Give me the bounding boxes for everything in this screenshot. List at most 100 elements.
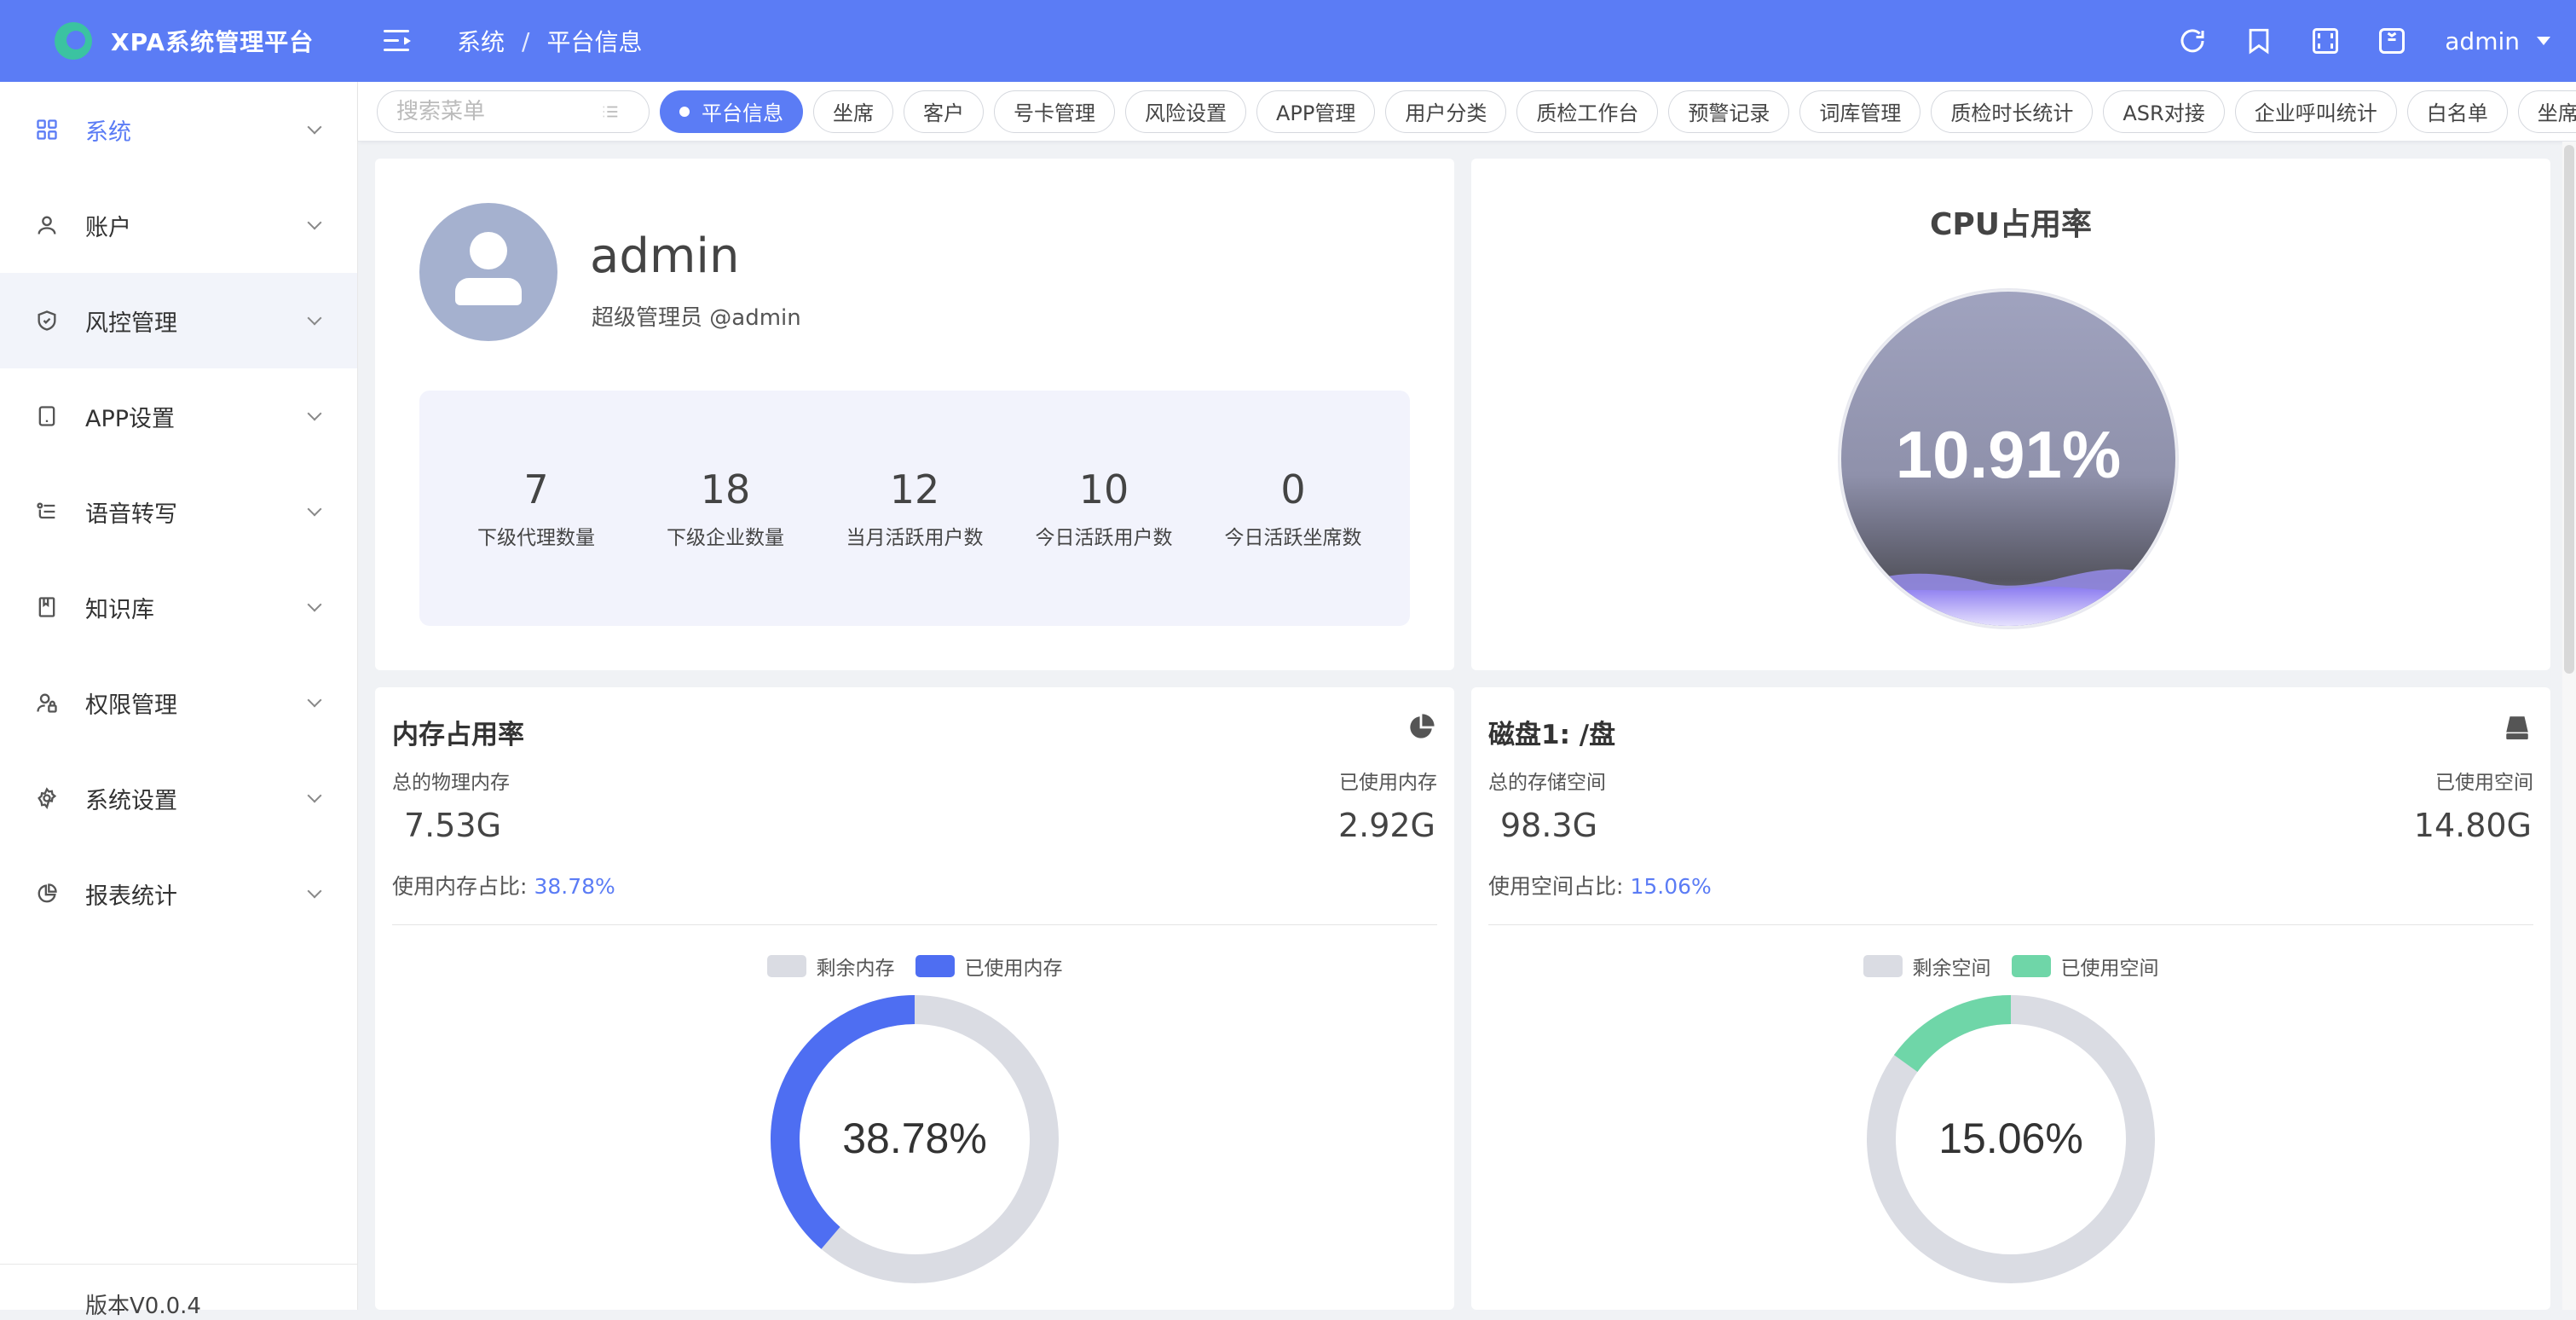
chevron-down-icon xyxy=(307,215,322,230)
tab-agent-calls[interactable]: 坐席呼叫统计 xyxy=(2517,90,2576,133)
hard-drive-icon xyxy=(2506,716,2528,740)
disk-total-value: 98.3G xyxy=(1500,807,1598,844)
cpu-liquid-gauge: 10.91% xyxy=(1838,288,2179,629)
menu-search xyxy=(377,90,650,133)
tab-app-management[interactable]: APP管理 xyxy=(1256,90,1376,133)
chevron-down-icon xyxy=(307,501,322,517)
tablet-icon xyxy=(34,403,60,429)
user-menu[interactable]: admin xyxy=(2445,27,2550,55)
tab-lexicon[interactable]: 词库管理 xyxy=(1799,90,1921,133)
stat-value: 7 xyxy=(523,466,549,512)
tab-customer[interactable]: 客户 xyxy=(904,90,984,133)
tab-platform-info[interactable]: 平台信息 xyxy=(660,90,803,133)
shirt-icon[interactable] xyxy=(2375,24,2409,58)
menu-toggle-icon[interactable] xyxy=(384,28,414,54)
legend-label: 已使用空间 xyxy=(2060,958,2159,980)
tab-label: 企业呼叫统计 xyxy=(2254,101,2377,125)
grid-icon xyxy=(34,117,60,142)
sidebar-item-system-settings[interactable]: 系统设置 xyxy=(0,750,357,846)
chevron-down-icon xyxy=(307,788,322,803)
legend-item-used[interactable]: 已使用内存 xyxy=(915,952,1063,981)
memory-donut-chart: 38.78% xyxy=(771,995,1059,1283)
sidebar-item-speech-transcription[interactable]: 语音转写 xyxy=(0,464,357,559)
tab-enterprise-calls[interactable]: 企业呼叫统计 xyxy=(2234,90,2397,133)
sidebar-item-label: APP设置 xyxy=(85,405,176,432)
memory-used-value: 2.92G xyxy=(1337,807,1435,844)
memory-total-value: 7.53G xyxy=(404,807,502,844)
tab-sim-card[interactable]: 号卡管理 xyxy=(994,90,1115,133)
logo-icon xyxy=(55,22,92,60)
tab-agent[interactable]: 坐席 xyxy=(813,90,893,133)
cpu-value: 10.91% xyxy=(1896,417,2122,492)
divider xyxy=(392,924,1437,925)
stat-agents: 7 下级代理数量 xyxy=(442,391,631,626)
sidebar-item-app-settings[interactable]: APP设置 xyxy=(0,368,357,464)
memory-ratio: 使用内存占比: 38.78% xyxy=(392,870,615,900)
sidebar-item-label: 报表统计 xyxy=(85,883,177,910)
tab-alert-records[interactable]: 预警记录 xyxy=(1668,90,1790,133)
disk-ratio-label: 使用空间占比: xyxy=(1488,874,1624,899)
tab-qc-workbench[interactable]: 质检工作台 xyxy=(1516,90,1659,133)
sidebar-item-label: 账户 xyxy=(85,214,131,241)
legend-item-used[interactable]: 已使用空间 xyxy=(2011,952,2159,981)
tab-label: 用户分类 xyxy=(1405,101,1487,125)
tab-risk-settings[interactable]: 风险设置 xyxy=(1125,90,1246,133)
top-header: XPA系统管理平台 系统 / 平台信息 admin xyxy=(0,0,2576,82)
memory-ratio-value: 38.78% xyxy=(534,874,615,899)
tab-whitelist[interactable]: 白名单 xyxy=(2406,90,2508,133)
sidebar-item-label: 系统设置 xyxy=(85,787,177,814)
refresh-icon[interactable] xyxy=(2175,24,2209,58)
sidebar-item-permissions[interactable]: 权限管理 xyxy=(0,655,357,750)
avatar xyxy=(419,203,557,341)
list-icon[interactable] xyxy=(601,102,620,121)
user-icon xyxy=(34,212,60,238)
stat-enterprises: 18 下级企业数量 xyxy=(631,391,820,626)
legend-label: 剩余空间 xyxy=(1912,958,1991,980)
tabs-bar: 平台信息 坐席 客户 号卡管理 风险设置 APP管理 用户分类 质检工作台 预警… xyxy=(358,82,2576,142)
bookmark-icon[interactable] xyxy=(2242,24,2276,58)
profile-name: admin xyxy=(590,229,740,284)
memory-card: 内存占用率 总的物理内存 已使用内存 7.53G 2.92G 使用内存占比: 38… xyxy=(375,687,1454,1310)
tab-qc-duration[interactable]: 质检时长统计 xyxy=(1931,90,2094,133)
breadcrumb-item-system[interactable]: 系统 xyxy=(457,24,505,58)
sidebar: 系统 账户 风控管理 APP设置 语音转写 知识库 权限管理 系统设置 报表统计… xyxy=(0,82,358,1319)
stat-value: 12 xyxy=(889,466,940,512)
app-title: XPA系统管理平台 xyxy=(111,28,315,56)
disk-used-label: 已使用空间 xyxy=(2435,772,2533,794)
sidebar-item-knowledge-base[interactable]: 知识库 xyxy=(0,559,357,655)
legend-item-free[interactable]: 剩余空间 xyxy=(1863,952,1991,981)
sidebar-item-label: 知识库 xyxy=(85,596,154,623)
gear-icon xyxy=(34,785,60,811)
tab-asr[interactable]: ASR对接 xyxy=(2103,90,2225,133)
flow-icon xyxy=(34,499,60,524)
disk-title: 磁盘1: /盘 xyxy=(1488,720,1616,750)
legend-swatch xyxy=(1863,955,1903,977)
sidebar-item-system[interactable]: 系统 xyxy=(0,82,357,177)
book-icon xyxy=(34,594,60,620)
search-input[interactable] xyxy=(396,98,601,124)
memory-used-label: 已使用内存 xyxy=(1339,772,1437,794)
disk-donut-chart: 15.06% xyxy=(1867,995,2155,1283)
pie-chart-icon xyxy=(1410,714,1435,738)
scrollbar-thumb[interactable] xyxy=(2564,145,2574,674)
tab-user-category[interactable]: 用户分类 xyxy=(1385,90,1507,133)
legend-item-free[interactable]: 剩余内存 xyxy=(766,952,895,981)
stat-label: 当月活跃用户数 xyxy=(846,527,984,549)
fullscreen-icon[interactable] xyxy=(2308,24,2342,58)
memory-title: 内存占用率 xyxy=(392,720,524,750)
stat-label: 下级企业数量 xyxy=(667,527,784,549)
tab-label: 坐席 xyxy=(833,101,874,125)
tab-label: 号卡管理 xyxy=(1014,101,1095,125)
sidebar-item-reports[interactable]: 报表统计 xyxy=(0,846,357,941)
tab-label: 质检时长统计 xyxy=(1950,101,2074,125)
header-actions: admin xyxy=(2175,0,2559,82)
stat-value: 18 xyxy=(700,466,751,512)
shield-icon xyxy=(34,308,60,333)
stat-label: 下级代理数量 xyxy=(477,527,595,549)
chevron-down-icon xyxy=(307,406,322,421)
sidebar-item-risk-control[interactable]: 风控管理 xyxy=(0,273,357,368)
caret-down-icon xyxy=(2537,37,2550,45)
cpu-title: CPU占用率 xyxy=(1929,207,2093,242)
divider xyxy=(1488,924,2533,925)
sidebar-item-account[interactable]: 账户 xyxy=(0,177,357,273)
